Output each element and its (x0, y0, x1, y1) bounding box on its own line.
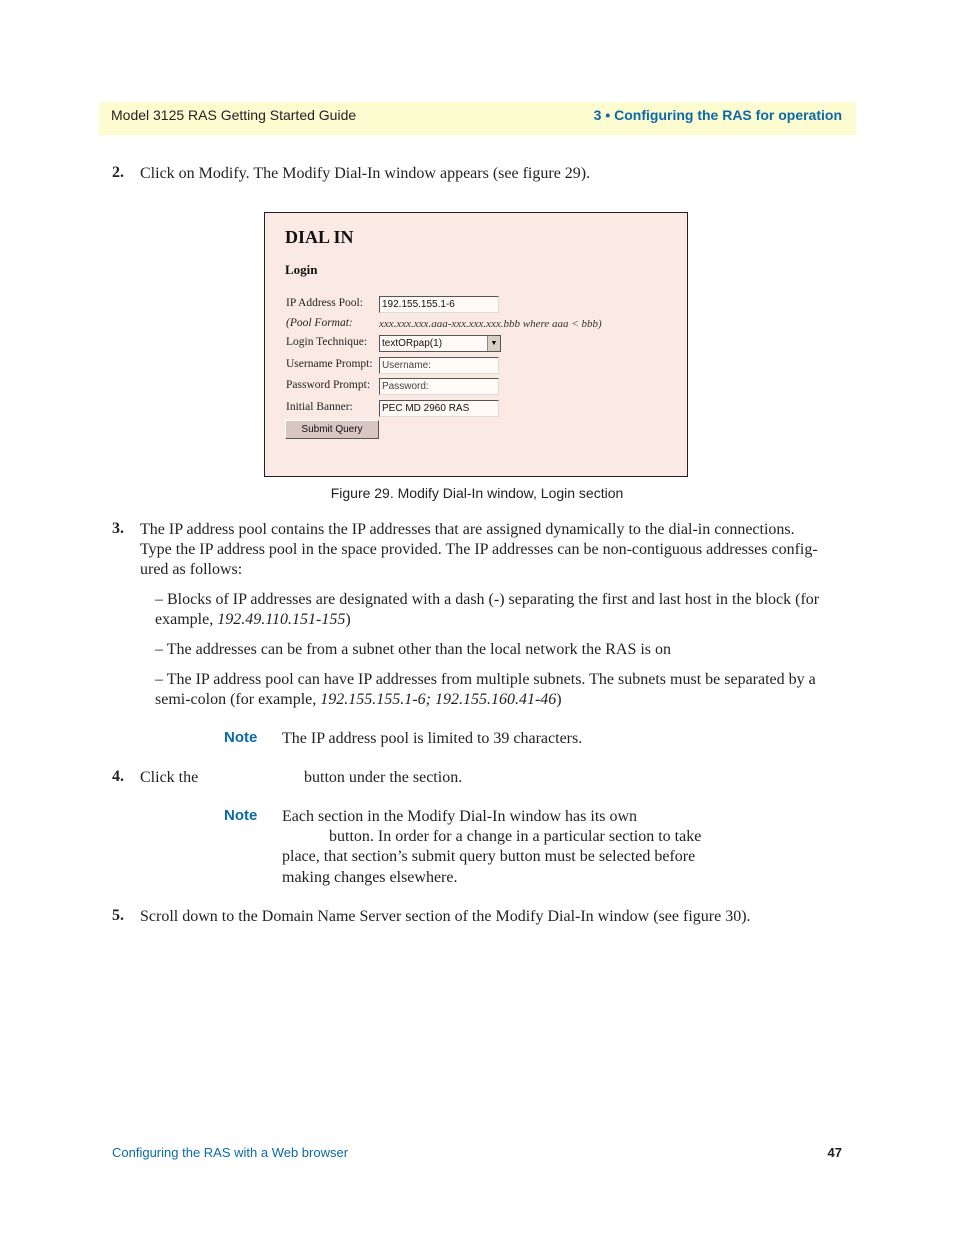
note-2-line-1: Each section in the Modify Dial-In windo… (282, 808, 638, 825)
step-5-text: Scroll down to the Domain Name Server se… (140, 908, 751, 925)
bullet-3-line-1: – The IP address pool can have IP addres… (155, 671, 816, 688)
step-2-text: Click on Modify. The Modify Dial-In wind… (140, 165, 591, 182)
dial-in-figure: DIAL IN Login IP Address Pool: 192.155.1… (264, 212, 688, 477)
note-1-text: The IP address pool is limited to 39 cha… (282, 730, 583, 747)
figure-caption: Figure 29. Modify Dial-In window, Login … (330, 485, 624, 501)
bullet-2: – The addresses can be from a subnet oth… (155, 641, 672, 658)
login-technique-label: Login Technique: (286, 336, 368, 348)
page-number: 47 (827, 1145, 842, 1160)
bullet-1-line-2: example, 192.49.110.151-155) (155, 610, 351, 630)
note-2-line-2: button. In order for a change in a parti… (329, 828, 702, 845)
step-3-line-3: ured as follows: (140, 561, 243, 578)
ip-example: 192.155.155.1-6; 192.155.160.41-46 (320, 691, 557, 708)
running-header: Model 3125 RAS Getting Started Guide 3 •… (99, 102, 856, 135)
login-technique-value: textORpap(1) (382, 338, 443, 349)
username-prompt-input[interactable]: Username: (379, 357, 499, 374)
footer-section-title: Configuring the RAS with a Web browser (112, 1145, 349, 1160)
ip-example: 192.49.110.151-155 (217, 611, 346, 628)
bullet-text: ) (345, 611, 351, 628)
step-number: 4. (112, 768, 124, 785)
step-3-line-1: The IP address pool contains the IP addr… (140, 521, 795, 538)
login-technique-select[interactable]: textORpap(1) ▼ (379, 335, 501, 352)
note-2-line-3: place, that section’s submit query butto… (282, 848, 696, 865)
initial-banner-input[interactable]: PEC MD 2960 RAS (379, 400, 499, 417)
step-number: 3. (112, 520, 124, 537)
note-2-line-4: making changes elsewhere. (282, 869, 458, 886)
username-prompt-label: Username Prompt: (286, 358, 373, 370)
note-label: Note (224, 807, 258, 824)
bullet-text: semi-colon (for example, (155, 691, 321, 708)
ip-pool-label: IP Address Pool: (286, 297, 363, 309)
step-number: 2. (112, 164, 124, 181)
bullet-1-line-1: – Blocks of IP addresses are designated … (155, 591, 820, 608)
dial-in-title: DIAL IN (285, 227, 354, 247)
password-prompt-label: Password Prompt: (286, 379, 371, 391)
chapter-title: 3 • Configuring the RAS for operation (593, 107, 842, 123)
submit-query-button[interactable]: Submit Query (285, 420, 379, 439)
step-number: 5. (112, 907, 124, 924)
pool-format-text: xxx.xxx.xxx.aaa-xxx.xxx.xxx.bbb where aa… (379, 318, 602, 330)
step-4-text-after: button under the section. (304, 769, 463, 786)
step-4-text-before: Click the (140, 769, 199, 786)
pool-format-label: (Pool Format: (286, 317, 353, 329)
bullet-text: ) (556, 691, 562, 708)
guide-title: Model 3125 RAS Getting Started Guide (111, 107, 357, 123)
password-prompt-input[interactable]: Password: (379, 378, 499, 395)
dropdown-arrow-icon[interactable]: ▼ (487, 336, 500, 351)
ip-pool-input[interactable]: 192.155.155.1-6 (379, 296, 499, 313)
initial-banner-label: Initial Banner: (286, 401, 353, 413)
login-section-heading: Login (285, 262, 318, 277)
bullet-3-line-2: semi-colon (for example, 192.155.155.1-6… (155, 690, 562, 710)
note-label: Note (224, 729, 258, 746)
step-3-line-2: Type the IP address pool in the space pr… (140, 541, 818, 558)
bullet-text: example, (155, 611, 218, 628)
